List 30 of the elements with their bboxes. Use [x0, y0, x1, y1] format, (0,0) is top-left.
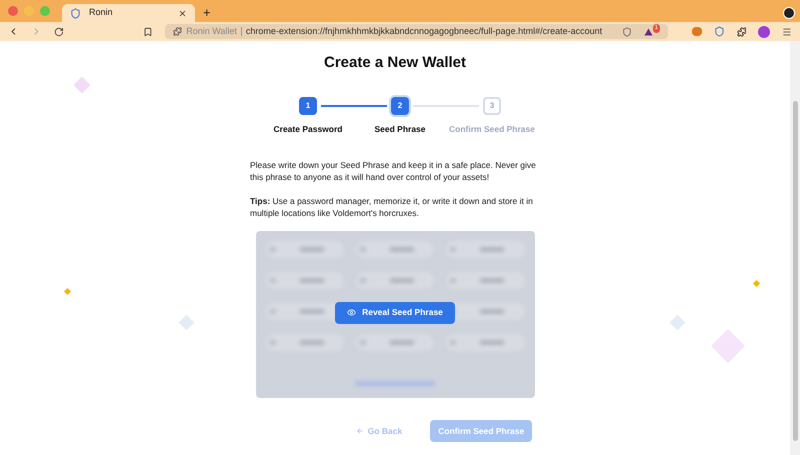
bookmark-icon[interactable] [143, 26, 154, 36]
profile-icon[interactable] [784, 8, 794, 18]
extensions-icon[interactable] [736, 26, 746, 36]
close-tab-icon[interactable] [178, 8, 187, 18]
step-label: Seed Phrase [374, 122, 426, 136]
step-label: Confirm Seed Phrase [449, 122, 535, 136]
reveal-seed-phrase-button[interactable]: Reveal Seed Phrase [335, 302, 455, 324]
new-tab-button[interactable]: + [195, 4, 219, 22]
confirm-seed-phrase-button: Confirm Seed Phrase [430, 420, 532, 442]
triangle-icon[interactable] [644, 28, 653, 36]
intro-text: Please write down your Seed Phrase and keep it in a safe place. Never give this phrase to anyone as it will hand over control of your assets! [250, 159, 537, 184]
extension-icon [173, 27, 182, 36]
menu-icon[interactable] [782, 26, 792, 36]
url-text: chrome-extension://fnjhmkhhmkbjkkabndcnnogagogbneec/full-page.html#/create-account [246, 24, 604, 38]
step-number: 1 [299, 96, 317, 114]
browser-tab[interactable]: Ronin [62, 4, 195, 22]
reload-icon[interactable] [54, 26, 64, 36]
arrow-left-icon [356, 427, 364, 436]
scrollbar[interactable] [790, 41, 800, 455]
page-title: Create a New Wallet [324, 53, 466, 73]
avatar-icon[interactable] [758, 26, 770, 38]
diamond-decoration-icon [64, 288, 72, 296]
step-label: Create Password [274, 122, 342, 136]
diamond-decoration-icon [752, 280, 760, 288]
step-number: 2 [391, 96, 409, 114]
shield-icon[interactable] [622, 26, 632, 36]
site-label: Ronin Wallet [186, 24, 237, 38]
eye-icon [347, 308, 356, 318]
step-number: 3 [483, 96, 501, 114]
tips-text: Tips: Use a password manager, memorize it, or write it down and store it in multiple locations like Voldemort's horcruxes. [250, 195, 534, 220]
